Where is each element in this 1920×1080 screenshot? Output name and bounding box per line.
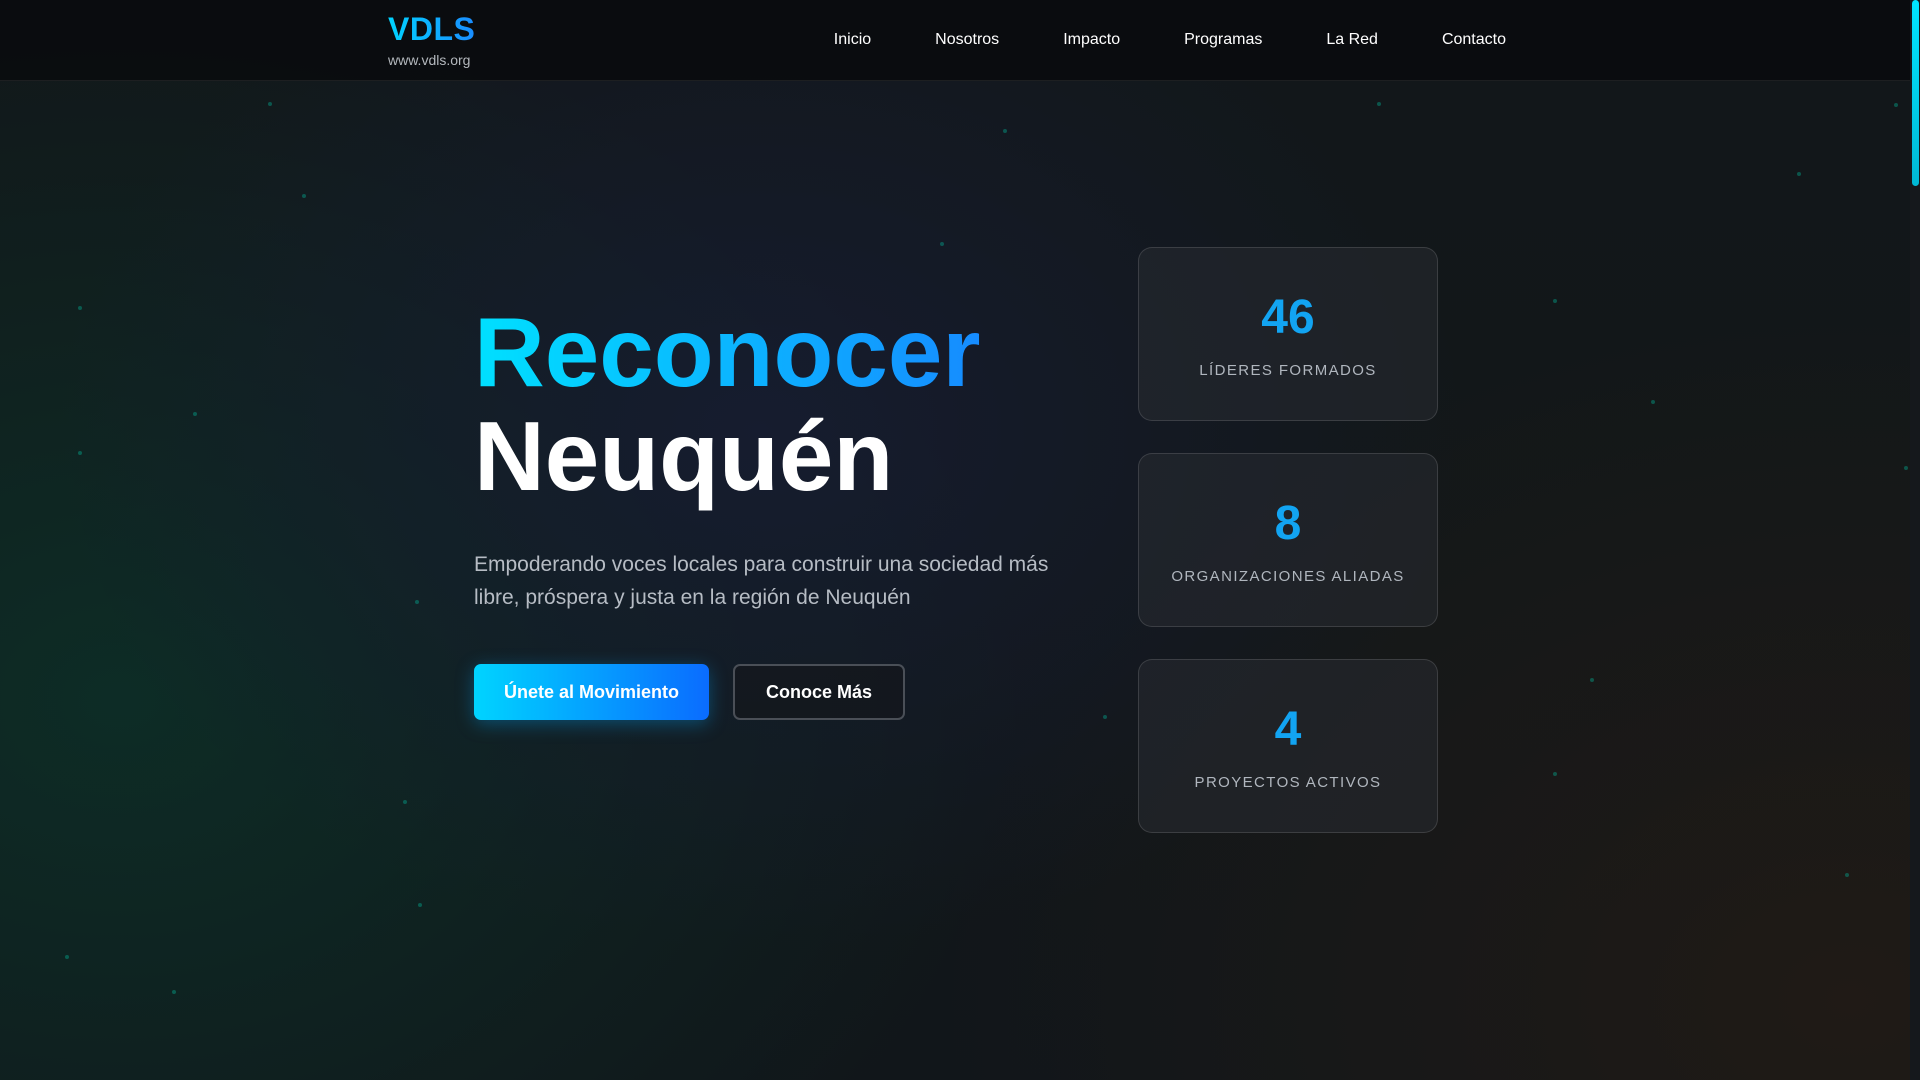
hero-title-main: Neuquén [474,401,894,511]
main-nav: Inicio Nosotros Impacto Programas La Red… [834,0,1506,80]
hero-buttons: Únete al Movimiento Conoce Más [474,664,1074,720]
learn-more-button[interactable]: Conoce Más [733,664,905,720]
stat-label: ORGANIZACIONES ALIADAS [1171,567,1405,585]
hero-section: Reconocer Neuquén Empoderando voces loca… [474,300,1074,720]
nav-link-nosotros[interactable]: Nosotros [935,31,999,49]
stat-card-organizations: 8 ORGANIZACIONES ALIADAS [1138,453,1438,627]
join-movement-button[interactable]: Únete al Movimiento [474,664,709,720]
brand[interactable]: VDLS www.vdls.org [388,10,475,68]
stat-number: 4 [1274,702,1302,756]
stat-card-projects: 4 PROYECTOS ACTIVOS [1138,659,1438,833]
brand-url: www.vdls.org [388,52,471,68]
brand-logo-text[interactable]: VDLS [388,10,475,48]
stat-label: LÍDERES FORMADOS [1199,361,1377,379]
stat-label: PROYECTOS ACTIVOS [1194,773,1382,791]
nav-link-contacto[interactable]: Contacto [1442,31,1506,49]
stats-panel: 46 LÍDERES FORMADOS 8 ORGANIZACIONES ALI… [1138,247,1438,833]
nav-link-programas[interactable]: Programas [1184,31,1262,49]
nav-link-inicio[interactable]: Inicio [834,31,871,49]
page-scrollbar[interactable] [1910,0,1920,1080]
scrollbar-thumb[interactable] [1912,0,1919,186]
stat-card-leaders: 46 LÍDERES FORMADOS [1138,247,1438,421]
nav-link-impacto[interactable]: Impacto [1063,31,1120,49]
stat-number: 46 [1261,290,1315,344]
hero-subtitle: Empoderando voces locales para construir… [474,553,1049,609]
hero-title: Reconocer Neuquén [474,300,1074,508]
nav-link-la-red[interactable]: La Red [1326,31,1378,49]
page: VDLS www.vdls.org Inicio Nosotros Impact… [0,0,1920,1080]
stat-number: 8 [1274,496,1302,550]
top-navbar: VDLS www.vdls.org Inicio Nosotros Impact… [0,0,1910,81]
hero-title-accent: Reconocer [474,300,1074,404]
